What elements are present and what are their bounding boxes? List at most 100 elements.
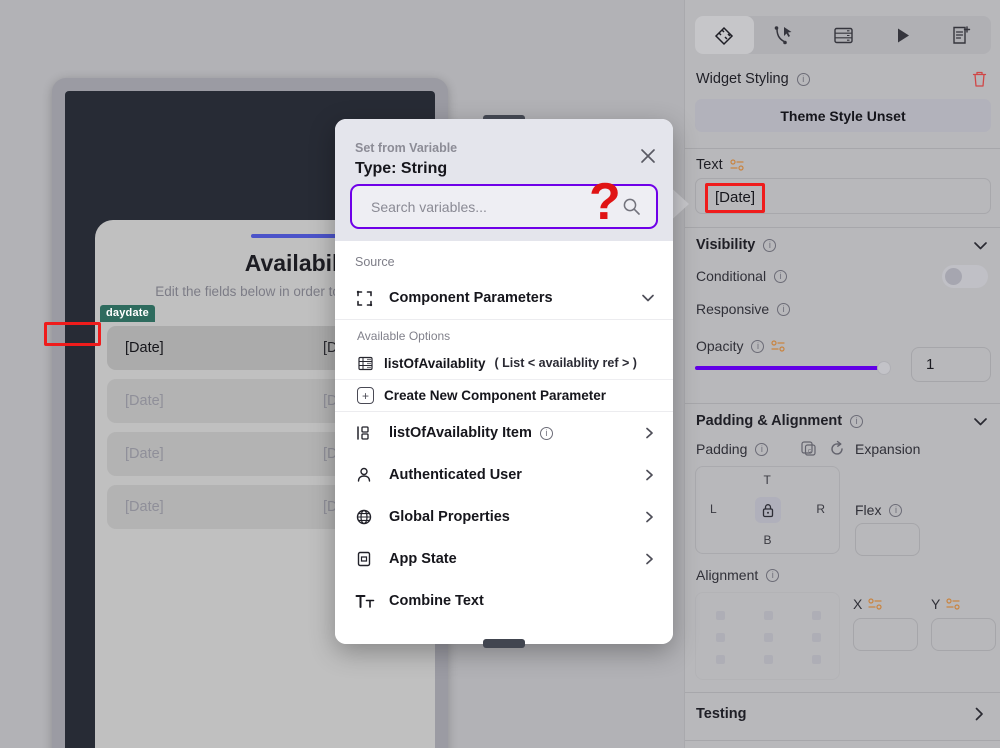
chevron-right-icon[interactable] — [970, 705, 988, 723]
backend-tab[interactable] — [813, 16, 872, 54]
dialog-title: Type: String — [355, 160, 448, 177]
group-component-parameters[interactable]: Component Parameters — [335, 277, 673, 319]
align-cell[interactable] — [716, 611, 725, 620]
chevron-right-icon[interactable] — [641, 425, 657, 441]
align-cell[interactable] — [812, 633, 821, 642]
align-cell[interactable] — [764, 611, 773, 620]
align-cell[interactable] — [812, 655, 821, 664]
y-label: Y — [931, 596, 941, 612]
x-input[interactable] — [853, 618, 918, 651]
create-new-component-parameter[interactable]: + Create New Component Parameter — [335, 379, 673, 411]
chevron-right-icon[interactable] — [641, 509, 657, 525]
source-authenticated-user[interactable]: Authenticated User — [335, 454, 673, 496]
dialog-drag-handle-bottom[interactable] — [483, 639, 525, 648]
source-combine-text[interactable]: Combine Text — [335, 580, 673, 622]
info-icon[interactable]: i — [889, 503, 903, 517]
expansion-label: Expansion — [855, 441, 921, 457]
row-cell-left[interactable]: [Date] — [107, 499, 305, 515]
source-label-text: listOfAvailablity Item i — [381, 425, 641, 441]
globe-icon — [355, 508, 381, 526]
chevron-right-icon[interactable] — [641, 467, 657, 483]
info-icon[interactable]: i — [755, 442, 769, 456]
trash-icon[interactable] — [971, 70, 988, 88]
data-table-icon — [357, 355, 374, 372]
opacity-slider-knob[interactable] — [877, 361, 891, 375]
padding-control[interactable]: T B L R — [695, 466, 840, 554]
flex-input[interactable] — [855, 523, 920, 556]
app-state-icon — [355, 550, 381, 568]
info-icon[interactable]: i — [777, 302, 791, 316]
option-name: listOfAvailablity — [384, 355, 486, 371]
properties-panel: Widget Styling i Theme Style Unset Text — [684, 0, 1000, 748]
close-icon[interactable] — [637, 145, 659, 167]
dialog-body: Source Component Parameters Available Op… — [335, 241, 673, 644]
source-label-text: Combine Text — [389, 593, 484, 609]
set-variable-icon[interactable] — [946, 598, 960, 610]
widget-styling-header: Widget Styling i — [696, 71, 810, 87]
actions-tab[interactable] — [754, 16, 813, 54]
info-icon[interactable]: i — [751, 339, 765, 353]
row-cell-left[interactable]: [Date] — [107, 340, 305, 356]
copy-icon[interactable]: c — [800, 440, 817, 457]
plus-square-icon: + — [357, 387, 374, 404]
conditional-label: Conditional — [696, 268, 767, 284]
chevron-right-icon[interactable] — [641, 551, 657, 567]
info-icon[interactable]: i — [763, 238, 777, 252]
info-icon[interactable]: i — [774, 269, 788, 283]
alignment-grid[interactable] — [695, 592, 840, 680]
conditional-toggle[interactable] — [942, 265, 988, 288]
set-variable-icon[interactable] — [868, 598, 882, 610]
flex-label: Flex — [855, 502, 882, 518]
notes-tab[interactable] — [932, 16, 991, 54]
reset-icon[interactable] — [829, 440, 846, 457]
set-variable-icon[interactable] — [771, 340, 786, 352]
align-cell[interactable] — [764, 655, 773, 664]
visibility-header[interactable]: Visibility i — [696, 237, 777, 253]
option-listofavailablity[interactable]: listOfAvailablity ( List < availablity r… — [335, 347, 673, 379]
list-item-icon — [355, 424, 381, 442]
info-icon[interactable]: i — [796, 72, 810, 86]
run-tab[interactable] — [873, 16, 932, 54]
opacity-slider[interactable] — [695, 366, 882, 370]
source-global-properties[interactable]: Global Properties — [335, 496, 673, 538]
svg-text:c: c — [808, 449, 811, 455]
align-cell[interactable] — [812, 611, 821, 620]
theme-style-button[interactable]: Theme Style Unset — [695, 99, 991, 132]
dialog-kicker: Set from Variable — [355, 141, 458, 155]
padding-top-label[interactable]: T — [764, 473, 771, 487]
padding-alignment-header[interactable]: Padding & Alignment i — [696, 413, 864, 429]
source-app-state[interactable]: App State — [335, 538, 673, 580]
row-cell-left[interactable]: [Date] — [107, 446, 305, 462]
opacity-value-input[interactable]: 1 — [911, 347, 991, 382]
align-cell[interactable] — [716, 655, 725, 664]
selected-widget-outline — [44, 322, 101, 346]
text-value-highlight[interactable]: [Date] — [705, 183, 766, 213]
chevron-down-icon[interactable] — [639, 289, 657, 307]
y-input[interactable] — [931, 618, 996, 651]
set-variable-icon[interactable] — [729, 159, 744, 171]
widget-styling-label: Widget Styling — [696, 71, 789, 87]
lock-icon[interactable] — [754, 497, 781, 523]
chevron-down-icon[interactable] — [971, 412, 990, 431]
info-icon[interactable]: i — [766, 568, 780, 582]
text-property-header: Text — [696, 157, 744, 173]
node-cursor-icon — [771, 23, 796, 48]
padding-left-label[interactable]: L — [710, 502, 717, 516]
align-cell[interactable] — [716, 633, 725, 642]
chevron-down-icon[interactable] — [971, 236, 990, 255]
padding-bottom-label[interactable]: B — [764, 533, 772, 547]
divider — [685, 403, 1000, 404]
database-icon — [831, 23, 856, 48]
search-icon — [622, 197, 641, 216]
align-cell[interactable] — [764, 633, 773, 642]
source-listofavailablity-item[interactable]: listOfAvailablity Item i — [335, 412, 673, 454]
responsive-label: Responsive — [696, 301, 770, 317]
padding-right-label[interactable]: R — [816, 502, 825, 516]
info-icon[interactable]: i — [539, 426, 553, 440]
document-add-icon — [949, 23, 974, 48]
testing-header[interactable]: Testing — [696, 706, 746, 722]
row-cell-left[interactable]: [Date] — [107, 393, 305, 409]
info-icon[interactable]: i — [850, 414, 864, 428]
search-input[interactable]: Search variables... — [350, 184, 658, 229]
design-tab[interactable] — [695, 16, 755, 54]
